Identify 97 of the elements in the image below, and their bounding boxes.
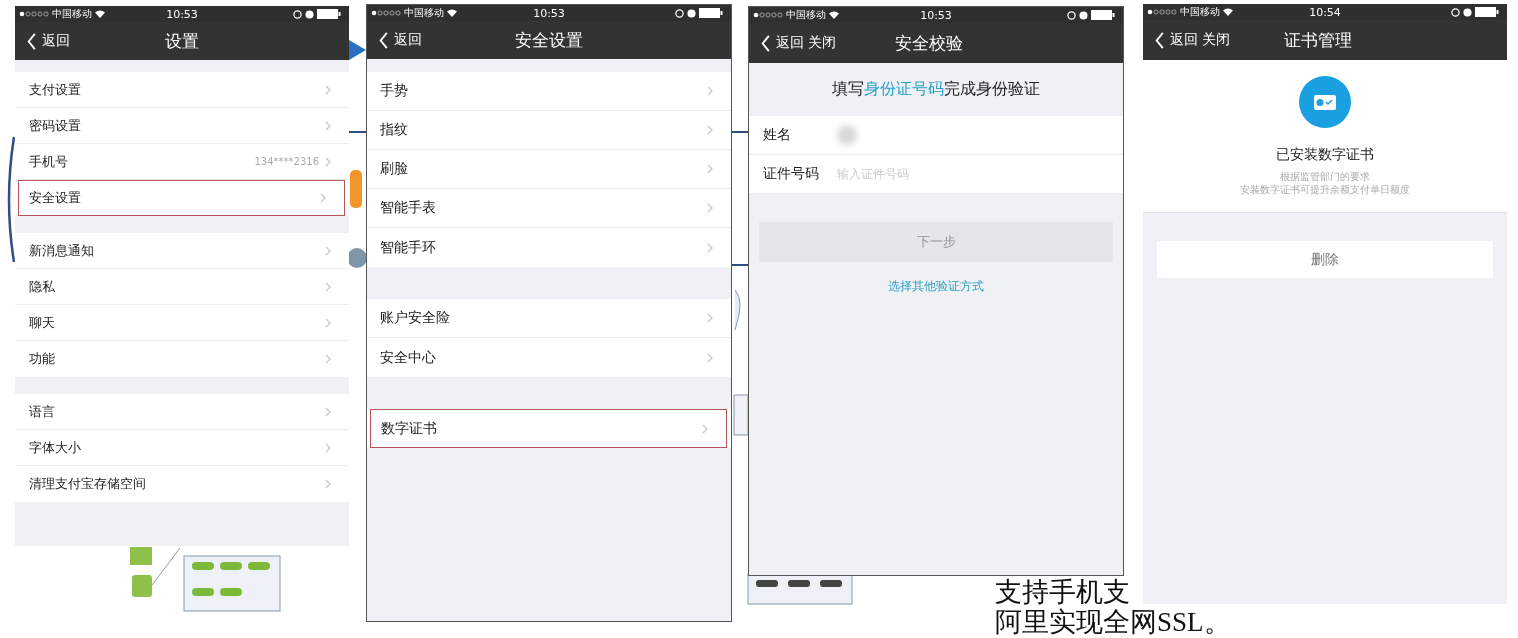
wifi-icon: [829, 11, 839, 19]
back-chevron-icon: [1155, 31, 1165, 49]
screen-title: 安全校验: [895, 31, 964, 55]
field-label: 姓名: [763, 126, 792, 144]
clock-icon: [687, 8, 696, 18]
settings-item[interactable]: 智能手表: [367, 189, 731, 228]
delete-button[interactable]: 删除: [1157, 241, 1493, 278]
settings-item[interactable]: 手机号 134****2316: [15, 144, 349, 180]
close-button[interactable]: 关闭: [1202, 31, 1230, 49]
back-chevron-icon: [379, 31, 389, 49]
chevron-icon: [325, 245, 331, 256]
status-time: 10:54: [1309, 5, 1341, 19]
chevron-icon: [707, 86, 713, 96]
back-chevron-icon: [27, 32, 37, 50]
chevron-icon: [707, 313, 713, 323]
chevron-icon: [325, 317, 331, 328]
slide-text: 阿里实现全网SSL。: [995, 606, 1231, 638]
masked-value-field[interactable]: [837, 125, 857, 145]
clock-icon: [305, 9, 314, 19]
phone-number: 134****2316: [254, 156, 319, 167]
signal-icon: [753, 12, 783, 18]
screen-title: 安全设置: [515, 28, 583, 52]
chevron-icon: [320, 193, 326, 203]
back-button[interactable]: 返回: [27, 32, 70, 50]
status-time: 10:53: [166, 7, 198, 21]
settings-item[interactable]: 隐私: [15, 269, 349, 305]
settings-item[interactable]: 安全设置: [18, 180, 345, 216]
connector-line: [348, 131, 367, 133]
battery-icon: [699, 8, 723, 18]
settings-item[interactable]: 手势: [367, 72, 731, 111]
signal-icon: [1147, 9, 1177, 15]
chevron-icon: [325, 156, 331, 167]
status-time: 10:53: [920, 8, 952, 22]
chevron-icon: [325, 84, 331, 95]
slide-text: 支持手机支: [995, 576, 1130, 608]
chevron-icon: [707, 164, 713, 174]
battery-icon: [317, 9, 341, 19]
chevron-icon: [325, 442, 331, 453]
clock-icon: [1079, 10, 1088, 20]
status-time: 10:53: [533, 6, 565, 20]
settings-item[interactable]: 支付设置: [15, 72, 349, 108]
settings-item[interactable]: 功能: [15, 341, 349, 377]
settings-item[interactable]: 账户安全险: [367, 299, 731, 338]
battery-icon: [1091, 10, 1115, 20]
chevron-icon: [707, 352, 713, 363]
chevron-icon: [325, 406, 331, 417]
back-button[interactable]: 返回: [1155, 31, 1198, 49]
settings-item[interactable]: 数字证书: [370, 409, 727, 448]
chevron-icon: [325, 120, 331, 131]
screen-title: 设置: [165, 29, 199, 53]
battery-icon: [1475, 7, 1499, 17]
back-button[interactable]: 返回: [379, 31, 422, 49]
back-button[interactable]: 返回: [761, 34, 804, 52]
carrier-name: 中国移动: [1180, 5, 1220, 19]
back-chevron-icon: [761, 34, 771, 52]
signal-icon: [371, 10, 401, 16]
chevron-icon: [702, 423, 708, 434]
note-text: 根据监管部门的要求: [1280, 170, 1370, 183]
settings-item[interactable]: 新消息通知: [15, 233, 349, 269]
alarm-icon: [1451, 7, 1460, 17]
chevron-icon: [707, 125, 713, 135]
certificate-icon: [1299, 76, 1351, 128]
settings-item[interactable]: 安全中心: [367, 338, 731, 377]
logo-fragment-drawing: [350, 170, 362, 208]
alarm-icon: [675, 8, 684, 18]
wifi-icon: [95, 10, 105, 18]
wifi-icon: [447, 9, 457, 17]
settings-item[interactable]: 刷脸: [367, 150, 731, 189]
chevron-icon: [707, 203, 713, 213]
settings-item[interactable]: 字体大小: [15, 430, 349, 466]
settings-item[interactable]: 语言: [15, 394, 349, 430]
alarm-icon: [1067, 10, 1076, 20]
close-button[interactable]: 关闭: [808, 34, 836, 52]
screen-title: 证书管理: [1284, 28, 1353, 52]
carrier-name: 中国移动: [404, 6, 444, 20]
settings-item[interactable]: 密码设置: [15, 108, 349, 144]
chevron-icon: [707, 242, 713, 253]
settings-item[interactable]: 智能手环: [367, 228, 731, 267]
wifi-icon: [1223, 8, 1233, 16]
chevron-icon: [325, 354, 331, 364]
carrier-name: 中国移动: [52, 7, 92, 21]
diagram-node-drawing: [734, 289, 741, 331]
chevron-icon: [325, 479, 331, 489]
alarm-icon: [293, 9, 302, 19]
settings-item[interactable]: 聊天: [15, 305, 349, 341]
note-text: 安装数字证书可提升余额支付单日额度: [1240, 183, 1410, 196]
chevron-icon: [325, 281, 331, 292]
diagram-node-drawing: [347, 248, 367, 268]
arrow-icon: [349, 40, 366, 60]
clock-icon: [1463, 7, 1472, 17]
instruction-text: 填写身份证号码完成身份验证: [831, 78, 1041, 100]
settings-item[interactable]: 清理支付宝存储空间: [15, 466, 349, 502]
carrier-name: 中国移动: [786, 8, 826, 22]
settings-item[interactable]: 指纹: [367, 111, 731, 150]
certificate-status: 已安装数字证书: [1276, 146, 1374, 164]
signal-icon: [19, 11, 49, 17]
field-label: 证件号码: [763, 165, 820, 183]
